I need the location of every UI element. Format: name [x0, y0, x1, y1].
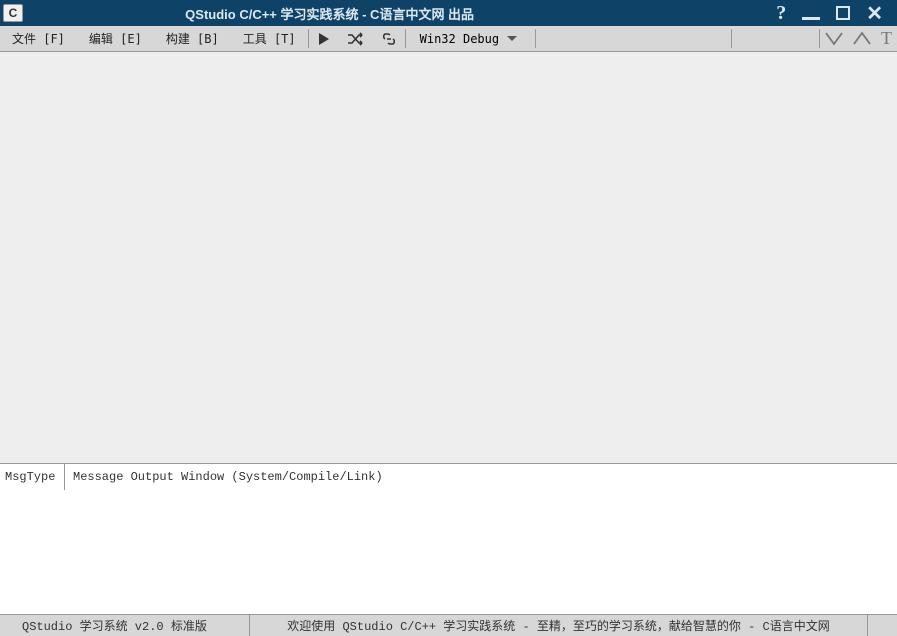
- link-icon: [381, 32, 397, 46]
- message-header: MsgType Message Output Window (System/Co…: [0, 464, 897, 491]
- editor-area[interactable]: [0, 52, 897, 464]
- message-body[interactable]: [0, 491, 897, 614]
- menu-tools[interactable]: 工具 [T]: [231, 26, 308, 51]
- chevron-down-icon: [507, 36, 517, 42]
- chevron-down-large-icon: [825, 31, 843, 47]
- build-config-value: Win32 Debug: [420, 32, 499, 46]
- build-config-selector[interactable]: Win32 Debug: [406, 26, 535, 51]
- titlebar: C QStudio C/C++ 学习实践系统 - C语言中文网 出品 ? ✕: [0, 0, 897, 26]
- window-controls: ? ✕: [776, 1, 897, 26]
- close-button[interactable]: ✕: [866, 1, 883, 26]
- chevron-up-large-icon: [853, 31, 871, 47]
- menu-build[interactable]: 构建 [B]: [154, 26, 231, 51]
- app-icon: C: [3, 4, 23, 22]
- shuffle-button[interactable]: [339, 26, 373, 51]
- play-icon: [317, 32, 331, 46]
- run-button[interactable]: [309, 26, 339, 51]
- menu-edit[interactable]: 编辑 [E]: [77, 26, 154, 51]
- separator: [731, 29, 732, 48]
- tool-text[interactable]: T: [876, 26, 897, 51]
- tool-down[interactable]: [820, 26, 848, 51]
- link-button[interactable]: [373, 26, 405, 51]
- maximize-button[interactable]: [836, 6, 850, 20]
- statusbar: QStudio 学习系统 v2.0 标准版 欢迎使用 QStudio C/C++…: [0, 614, 897, 636]
- window-title: QStudio C/C++ 学习实践系统 - C语言中文网 出品: [23, 4, 776, 23]
- status-welcome: 欢迎使用 QStudio C/C++ 学习实践系统 - 至精，至巧的学习系统，献…: [250, 617, 867, 634]
- message-output-column: Message Output Window (System/Compile/Li…: [65, 464, 897, 490]
- status-version: QStudio 学习系统 v2.0 标准版: [0, 615, 250, 636]
- shuffle-icon: [347, 32, 365, 46]
- menubar: 文件 [F] 编辑 [E] 构建 [B] 工具 [T] Win32 Debug …: [0, 26, 897, 52]
- status-right-pane: [867, 615, 897, 636]
- target-selector[interactable]: [536, 26, 731, 51]
- menu-file[interactable]: 文件 [F]: [0, 26, 77, 51]
- minimize-button[interactable]: [802, 17, 820, 20]
- help-button[interactable]: ?: [776, 2, 786, 25]
- message-panel: MsgType Message Output Window (System/Co…: [0, 464, 897, 614]
- tool-up[interactable]: [848, 26, 876, 51]
- message-type-column: MsgType: [0, 464, 65, 490]
